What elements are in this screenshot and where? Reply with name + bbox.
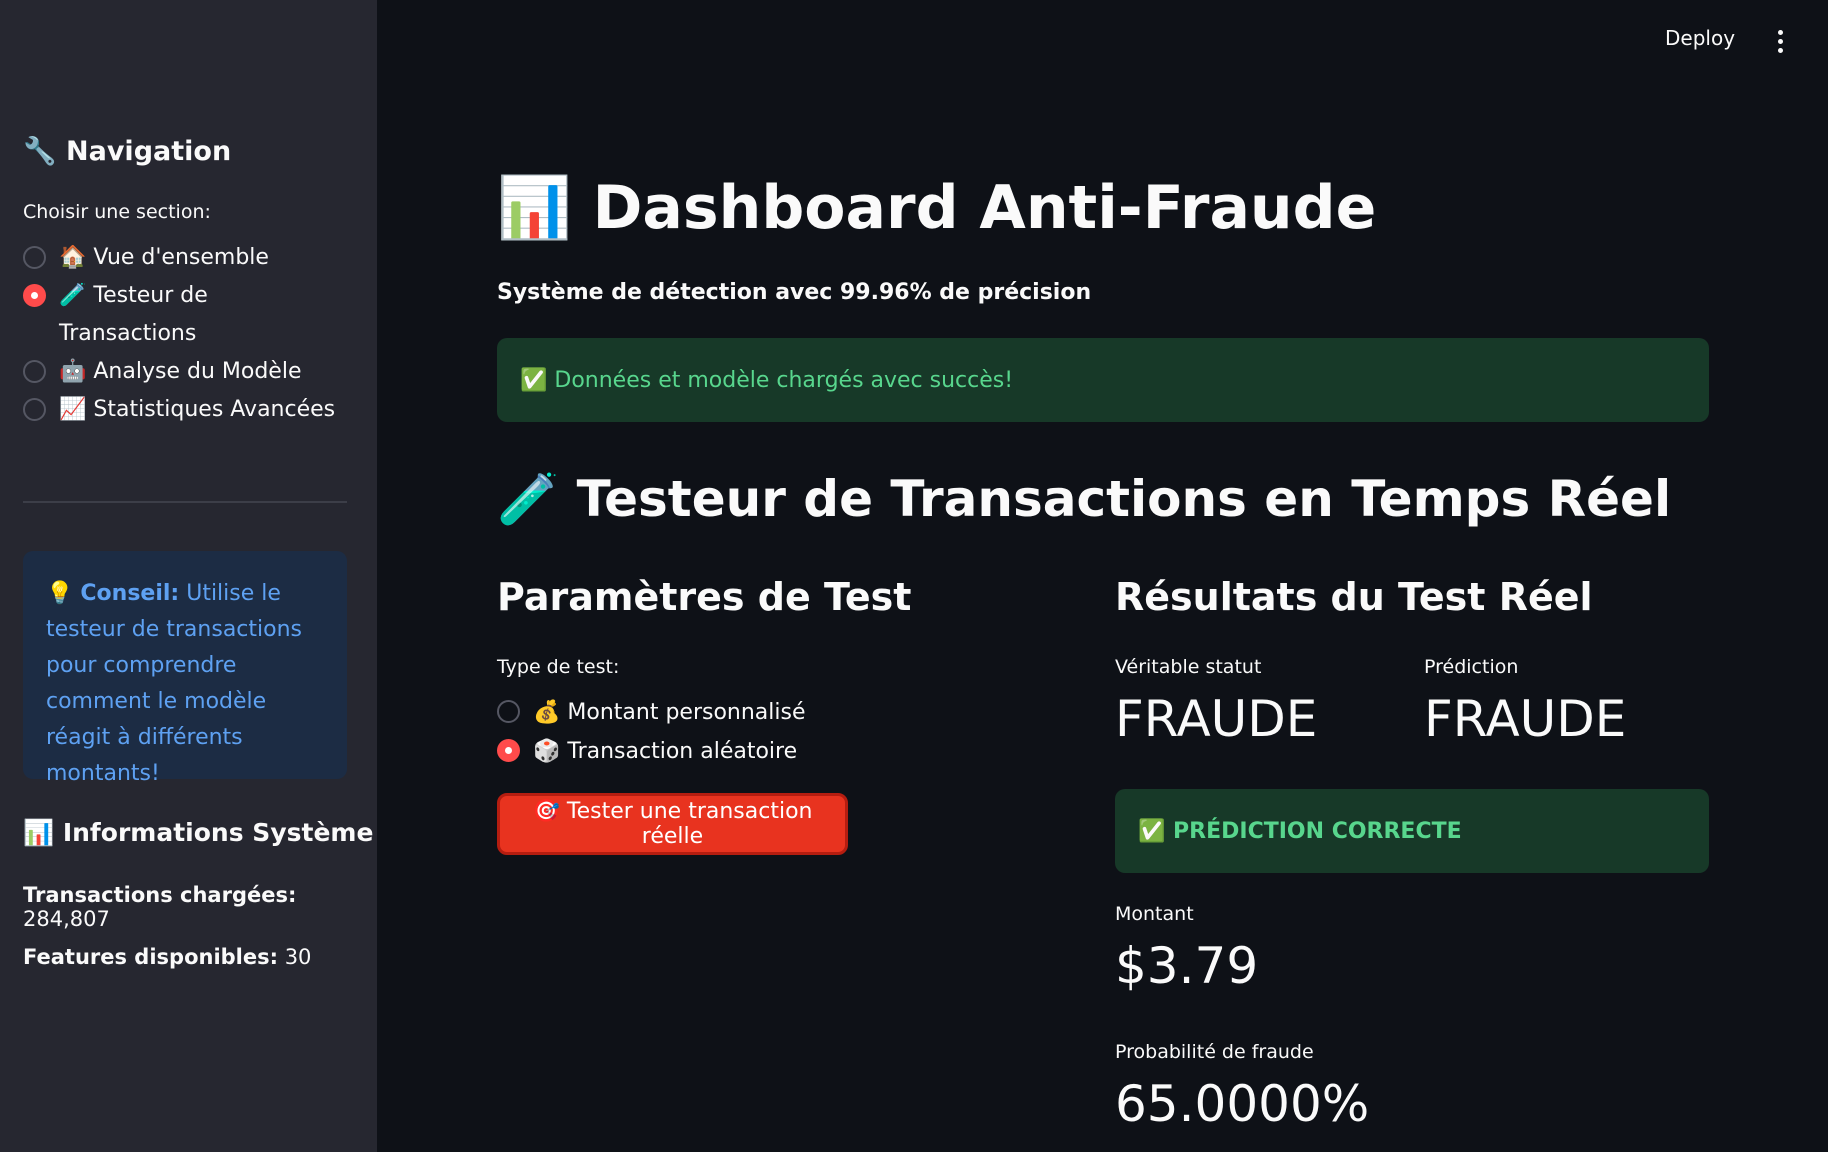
page-scrollbar[interactable] [1820, 0, 1828, 1152]
prediction-verdict-alert: ✅ PRÉDICTION CORRECTE [1115, 789, 1709, 873]
sidebar-item-label: 🧪 Testeur de Transactions [59, 283, 208, 346]
radio-option-label: 🎲 Transaction aléatoire [533, 739, 798, 764]
features-available-key: Features disponibles: [23, 945, 279, 969]
test-type-label: Type de test: [497, 656, 620, 678]
results-title: Résultats du Test Réel [1115, 575, 1593, 619]
radio-option-label: 💰 Montant personnalisé [533, 700, 806, 725]
app-root: 🔧 Navigation Choisir une section: 🏠 Vue … [0, 0, 1828, 1152]
success-message: ✅ Données et modèle chargés avec succès! [520, 367, 1014, 393]
radio-unselected-icon[interactable] [23, 360, 46, 383]
section-radio-label: Choisir une section: [23, 201, 211, 223]
sidebar-title: 🔧 Navigation [23, 136, 232, 167]
tip-text: Utilise le testeur de transactions pour … [46, 581, 302, 786]
sidebar-item-statistiques-avancees[interactable]: 📈 Statistiques Avancées [23, 391, 353, 429]
prediction-value: FRAUDE [1424, 690, 1627, 748]
params-title: Paramètres de Test [497, 575, 912, 619]
page-subtitle: Système de détection avec 99.96% de préc… [497, 280, 1092, 305]
lightbulb-icon: 💡 [46, 581, 81, 606]
radio-selected-icon[interactable] [497, 739, 520, 762]
tip-info-box: 💡 Conseil: Utilise le testeur de transac… [23, 551, 347, 786]
tip-strong-label: Conseil: [80, 581, 180, 606]
transactions-loaded-stat: Transactions chargées: 284,807 [23, 883, 377, 931]
radio-montant-personnalise[interactable]: 💰 Montant personnalisé [497, 693, 806, 732]
sidebar-item-label: 📈 Statistiques Avancées [59, 397, 336, 422]
amount-value: $3.79 [1115, 937, 1259, 995]
true-status-value: FRAUDE [1115, 690, 1318, 748]
fraud-probability-label: Probabilité de fraude [1115, 1041, 1314, 1063]
radio-transaction-aleatoire[interactable]: 🎲 Transaction aléatoire [497, 732, 806, 771]
test-transaction-button[interactable]: 🎯 Tester une transaction réelle [497, 793, 848, 855]
radio-unselected-icon[interactable] [23, 246, 46, 269]
transactions-loaded-value: 284,807 [23, 907, 110, 931]
radio-unselected-icon[interactable] [23, 398, 46, 421]
true-status-label: Véritable statut [1115, 656, 1262, 678]
test-type-radio-group: 💰 Montant personnalisé 🎲 Transaction alé… [497, 693, 806, 771]
section-radio-group: 🏠 Vue d'ensemble 🧪 Testeur de Transactio… [23, 239, 353, 429]
features-available-stat: Features disponibles: 30 [23, 945, 311, 969]
fraud-probability-value: 65.0000% [1115, 1075, 1370, 1133]
prediction-label: Prédiction [1424, 656, 1519, 678]
sidebar-item-label: 🏠 Vue d'ensemble [59, 245, 269, 270]
radio-selected-icon[interactable] [23, 284, 46, 307]
radio-unselected-icon[interactable] [497, 700, 520, 723]
sidebar-item-analyse-modele[interactable]: 🤖 Analyse du Modèle [23, 353, 353, 391]
page-title: 📊 Dashboard Anti-Fraude [497, 173, 1377, 243]
system-info-title: 📊 Informations Système [23, 818, 374, 847]
section-title: 🧪 Testeur de Transactions en Temps Réel [497, 470, 1672, 528]
features-available-value: 30 [278, 945, 312, 969]
deploy-button[interactable]: Deploy [1665, 26, 1735, 50]
sidebar-divider [23, 501, 347, 503]
sidebar-item-testeur-transactions[interactable]: 🧪 Testeur de Transactions [23, 277, 353, 353]
kebab-menu-icon[interactable] [1770, 30, 1790, 56]
sidebar-item-vue-ensemble[interactable]: 🏠 Vue d'ensemble [23, 239, 353, 277]
prediction-verdict: ✅ PRÉDICTION CORRECTE [1138, 818, 1462, 844]
success-alert: ✅ Données et modèle chargés avec succès! [497, 338, 1709, 422]
transactions-loaded-key: Transactions chargées: [23, 883, 297, 907]
amount-label: Montant [1115, 903, 1194, 925]
sidebar-item-label: 🤖 Analyse du Modèle [59, 359, 302, 384]
sidebar: 🔧 Navigation Choisir une section: 🏠 Vue … [0, 0, 377, 1152]
